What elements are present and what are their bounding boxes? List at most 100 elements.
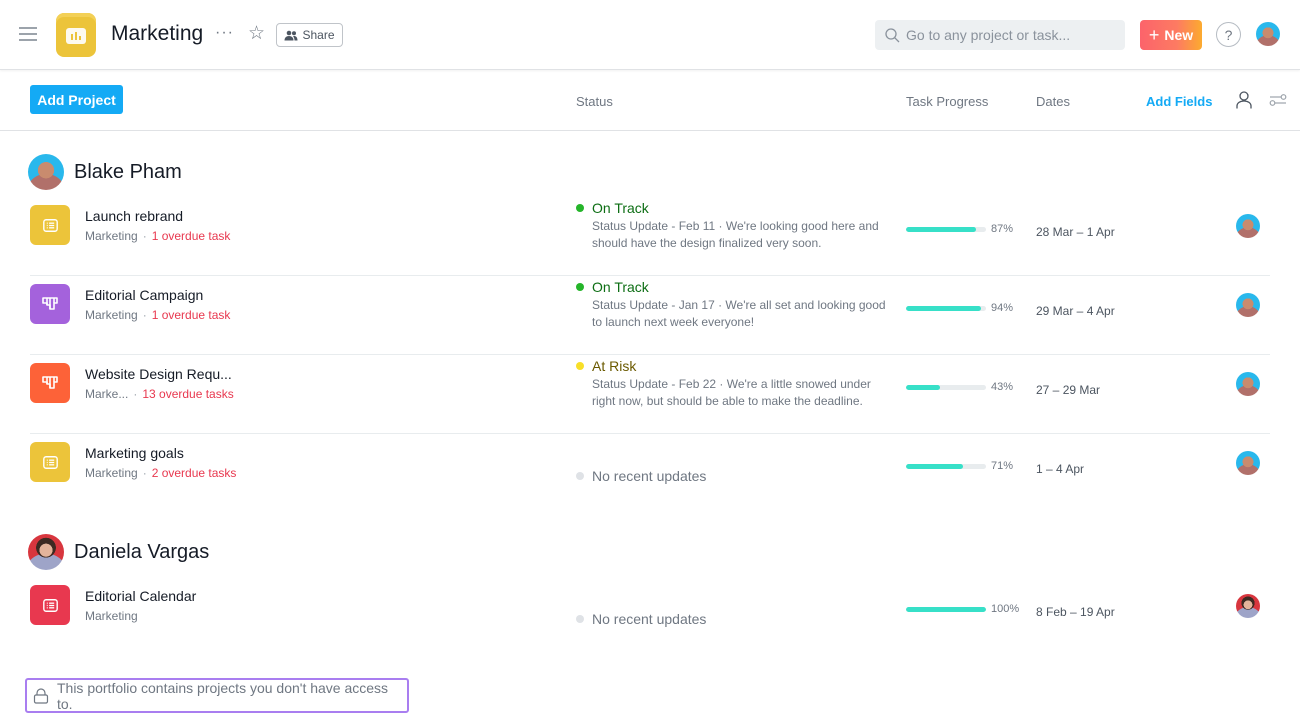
project-icon[interactable] [30, 284, 70, 324]
progress-bar [906, 606, 986, 612]
project-icon[interactable] [30, 585, 70, 625]
list-icon [42, 598, 58, 612]
project-name[interactable]: Marketing goals [85, 445, 184, 461]
separator-dot: · [142, 466, 147, 480]
separator-dot: · [142, 229, 147, 243]
share-button[interactable]: Share [276, 23, 343, 47]
progress-bar [906, 384, 986, 390]
owner-group-header: Blake Pham [28, 154, 182, 190]
status-label: On Track [592, 279, 649, 295]
progress-bar [906, 463, 986, 469]
board-icon [42, 297, 58, 311]
project-row[interactable]: Launch rebrand Marketing · 1 overdue task On… [30, 197, 1270, 276]
task-progress: 94% [906, 302, 1013, 314]
search-bar[interactable] [875, 20, 1125, 50]
project-icon[interactable] [30, 442, 70, 482]
status-dot-icon [576, 283, 584, 291]
progress-fill [906, 463, 963, 469]
project-owner-avatar[interactable] [1236, 594, 1260, 618]
progress-fill [906, 606, 986, 612]
search-icon [885, 27, 900, 42]
filter-settings-icon[interactable] [1269, 92, 1287, 108]
project-dates[interactable]: 8 Feb – 19 Apr [1036, 605, 1115, 619]
project-owner-avatar[interactable] [1236, 451, 1260, 475]
hamburger-menu-icon[interactable] [19, 27, 37, 41]
progress-bar [906, 305, 986, 311]
project-owner-avatar[interactable] [1236, 372, 1260, 396]
project-row[interactable]: Marketing goals Marketing · 2 overdue tasks… [30, 434, 1270, 513]
more-options-icon[interactable]: ··· [215, 24, 234, 42]
new-label: New [1164, 27, 1194, 43]
project-team[interactable]: Marketing [85, 229, 138, 243]
project-icon[interactable] [30, 205, 70, 245]
progress-bar [906, 226, 986, 232]
owner-avatar[interactable] [28, 534, 64, 570]
project-team[interactable]: Marke... [85, 387, 128, 401]
project-row[interactable]: Editorial Campaign Marketing · 1 overdue ta… [30, 276, 1270, 355]
add-fields-link[interactable]: Add Fields [1146, 94, 1212, 109]
project-name[interactable]: Editorial Calendar [85, 588, 196, 604]
project-icon[interactable] [30, 363, 70, 403]
project-name[interactable]: Launch rebrand [85, 208, 183, 224]
project-row[interactable]: Editorial Calendar Marketing No recent upd… [30, 577, 1270, 656]
status-dot-icon [576, 204, 584, 212]
status-label: No recent updates [592, 611, 707, 627]
overdue-count[interactable]: 2 overdue tasks [152, 466, 237, 480]
column-header-task-progress[interactable]: Task Progress [906, 94, 988, 109]
progress-percent: 43% [991, 381, 1014, 393]
status-cell[interactable]: On Track Status Update - Jan 17 · We're a… [576, 279, 896, 331]
owner-name: Daniela Vargas [74, 540, 210, 563]
column-header-status[interactable]: Status [576, 94, 613, 109]
status-cell[interactable]: On Track Status Update - Feb 11 · We're l… [576, 200, 896, 252]
project-name[interactable]: Editorial Campaign [85, 287, 203, 303]
project-meta: Marketing · 1 overdue task [85, 229, 230, 243]
project-team[interactable]: Marketing [85, 466, 138, 480]
portfolio-icon [56, 13, 96, 57]
favorite-star-icon[interactable]: ☆ [248, 23, 265, 45]
person-icon[interactable] [1236, 91, 1252, 109]
status-dot-icon [576, 472, 584, 480]
overdue-count[interactable]: 1 overdue task [152, 229, 231, 243]
project-team[interactable]: Marketing [85, 609, 138, 623]
list-icon [42, 218, 58, 232]
project-meta: Marketing · 1 overdue task [85, 308, 230, 322]
progress-fill [906, 384, 941, 390]
project-dates[interactable]: 27 – 29 Mar [1036, 383, 1100, 397]
new-button[interactable]: + New [1140, 20, 1202, 50]
project-meta: Marketing · 2 overdue tasks [85, 466, 236, 480]
search-input[interactable] [906, 27, 1106, 43]
project-meta: Marke... · 13 overdue tasks [85, 387, 234, 401]
board-icon [42, 376, 58, 390]
project-dates[interactable]: 29 Mar – 4 Apr [1036, 304, 1115, 318]
overdue-count[interactable]: 1 overdue task [152, 308, 231, 322]
notice-text: This portfolio contains projects you don… [56, 679, 389, 712]
project-row[interactable]: Website Design Requ... Marke... · 13 overdu… [30, 355, 1270, 434]
owner-name: Blake Pham [74, 160, 182, 183]
people-icon [284, 30, 298, 40]
task-progress: 71% [906, 460, 1013, 472]
project-name[interactable]: Website Design Requ... [85, 366, 232, 382]
project-dates[interactable]: 1 – 4 Apr [1036, 462, 1084, 476]
separator-dot: · [142, 308, 147, 322]
lock-icon [33, 687, 49, 704]
column-header-dates[interactable]: Dates [1036, 94, 1070, 109]
user-avatar[interactable] [1256, 22, 1280, 46]
add-project-button[interactable]: Add Project [30, 85, 123, 114]
project-owner-avatar[interactable] [1236, 293, 1260, 317]
project-meta: Marketing [85, 609, 138, 623]
project-dates[interactable]: 28 Mar – 1 Apr [1036, 225, 1115, 239]
progress-fill [906, 226, 976, 232]
status-update-text: Status Update - Feb 11 · We're looking g… [592, 219, 879, 250]
status-cell[interactable]: At Risk Status Update - Feb 22 · We're a … [576, 358, 896, 410]
progress-percent: 87% [991, 223, 1014, 235]
project-owner-avatar[interactable] [1236, 214, 1260, 238]
owner-avatar[interactable] [28, 154, 64, 190]
status-cell[interactable]: No recent updates [576, 468, 896, 484]
project-team[interactable]: Marketing [85, 308, 138, 322]
status-dot-icon [576, 615, 584, 623]
overdue-count[interactable]: 13 overdue tasks [142, 387, 233, 401]
status-cell[interactable]: No recent updates [576, 611, 896, 627]
task-progress: 100% [906, 603, 1019, 615]
separator-dot: · [133, 387, 138, 401]
help-button[interactable]: ? [1216, 22, 1241, 47]
